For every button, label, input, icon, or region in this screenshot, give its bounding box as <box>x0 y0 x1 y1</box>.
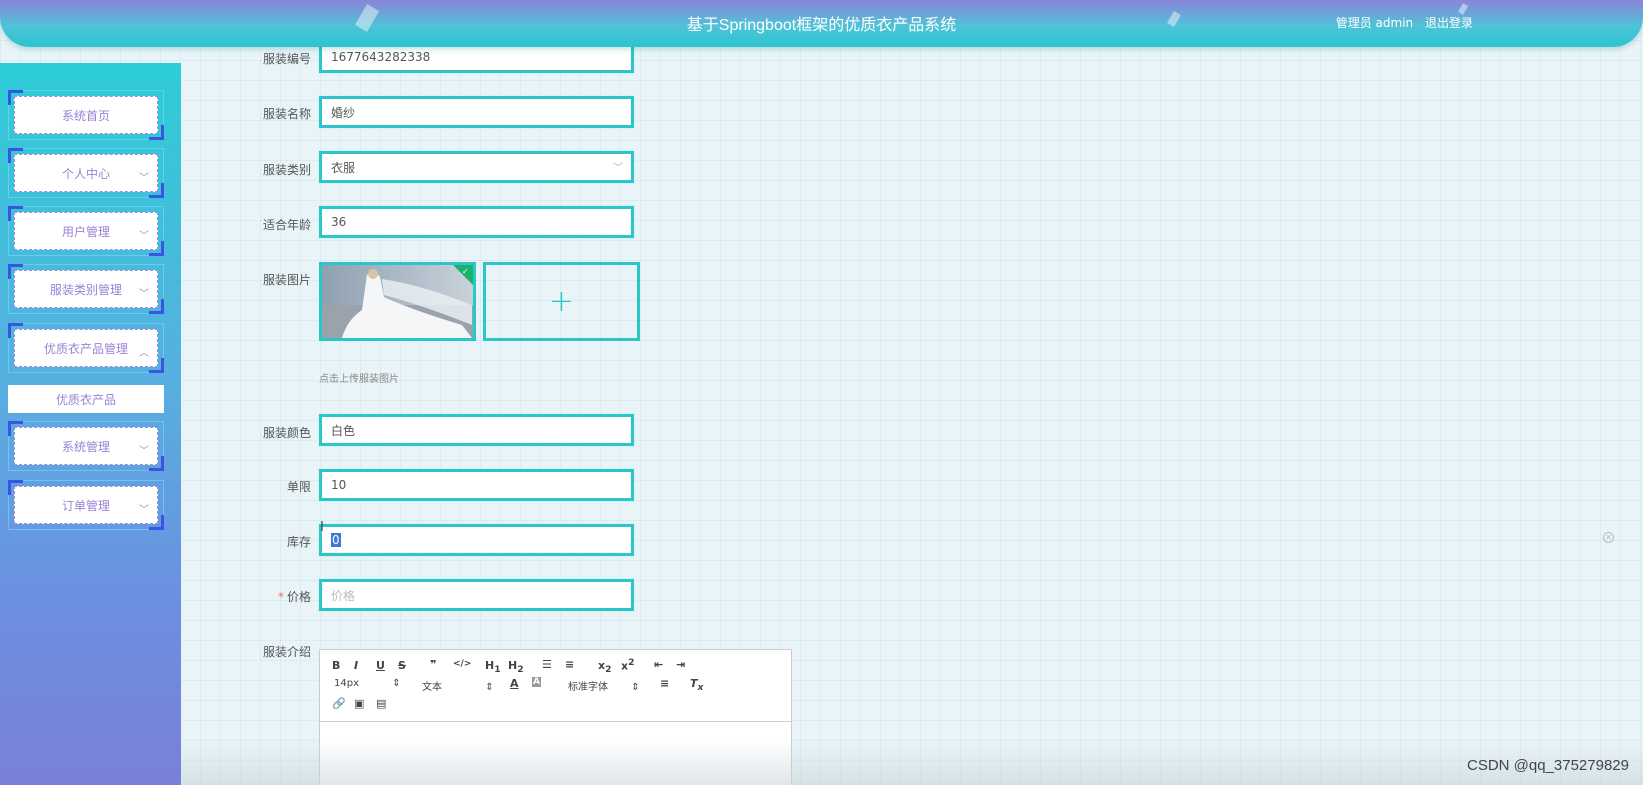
color-value: 白色 <box>331 423 356 438</box>
sidebar-item-home[interactable]: 系统首页 <box>8 90 164 140</box>
text-cursor-icon: I <box>320 520 324 535</box>
age-label: 适合年龄 <box>262 218 311 232</box>
underline-icon[interactable]: U <box>376 659 385 672</box>
price-placeholder: 价格 <box>331 588 356 603</box>
intro-label: 服装介绍 <box>262 645 311 659</box>
sidebar-item-user-management[interactable]: 用户管理 ﹀ <box>8 206 164 256</box>
font-size-select[interactable]: 14px ⇕ <box>334 678 401 689</box>
sidebar-subitem-products[interactable]: 优质衣产品 <box>8 385 164 413</box>
sidebar-item-system-management[interactable]: 系统管理 ﹀ <box>8 421 164 471</box>
sidebar-item-order-management[interactable]: 订单管理 ﹀ <box>8 480 164 530</box>
sidebar-item-label: 优质衣产品管理 <box>43 341 128 356</box>
stock-input[interactable]: 0 <box>319 524 634 556</box>
superscript-icon[interactable]: x2 <box>621 657 634 673</box>
italic-icon[interactable]: I <box>354 659 358 672</box>
video-icon[interactable]: ▤ <box>376 697 386 710</box>
font-color-icon[interactable]: A <box>510 677 519 690</box>
heading2-icon[interactable]: H2 <box>508 659 524 675</box>
link-icon[interactable]: 🔗 <box>332 697 346 710</box>
image-label: 服装图片 <box>262 273 311 287</box>
chevron-down-icon: ﹀ <box>139 173 149 184</box>
font-size-value: 14px <box>334 678 359 689</box>
select-arrows-icon: ⇕ <box>631 682 640 693</box>
price-label-text: 价格 <box>286 590 311 604</box>
sidebar-item-label: 服装类别管理 <box>49 282 122 297</box>
sidebar-item-label: 系统管理 <box>61 439 110 454</box>
clear-format-icon[interactable]: Tx <box>690 677 703 693</box>
indent-icon[interactable]: ⇥ <box>676 658 685 671</box>
sidebar-item-label: 用户管理 <box>61 224 110 239</box>
text-type-value: 文本 <box>422 682 442 693</box>
subscript-icon[interactable]: x2 <box>598 659 611 675</box>
check-icon: ✓ <box>462 267 469 276</box>
name-input[interactable]: 婚纱 <box>319 96 634 128</box>
chevron-down-icon: ﹀ <box>139 446 149 457</box>
align-icon[interactable]: ≡ <box>660 677 669 690</box>
strike-icon[interactable]: S <box>398 659 406 672</box>
text-type-select[interactable]: 文本 ⇕ <box>422 678 494 693</box>
sidebar-item-product-management[interactable]: 优质衣产品管理 ︿ <box>8 323 164 373</box>
plus-icon: + <box>548 284 575 319</box>
select-arrows-icon: ⇕ <box>485 682 494 693</box>
chevron-down-icon: ﹀ <box>139 289 149 300</box>
outdent-icon[interactable]: ⇤ <box>654 658 663 671</box>
sidebar-item-label: 个人中心 <box>61 166 110 181</box>
bold-icon[interactable]: B <box>332 659 340 672</box>
limit-input[interactable]: 10 <box>319 469 634 501</box>
uploaded-image-thumbnail[interactable]: ✓ <box>319 262 476 341</box>
stock-label: 库存 <box>286 535 311 549</box>
name-label: 服装名称 <box>262 107 311 121</box>
ordered-list-icon[interactable]: ☰ <box>542 658 552 671</box>
image-upload-tip: 点击上传服装图片 <box>319 374 399 385</box>
wedding-dress-image: ✓ <box>322 265 473 338</box>
chevron-down-icon: ﹀ <box>139 231 149 242</box>
heading1-icon[interactable]: H1 <box>485 659 501 675</box>
chevron-up-icon: ︿ <box>139 348 149 359</box>
watermark: CSDN @qq_375279829 <box>1466 757 1629 774</box>
required-mark: * <box>277 590 284 604</box>
code-value: 1677643282338 <box>331 50 431 64</box>
chevron-down-icon: ﹀ <box>139 505 149 516</box>
top-header: 基于Springboot框架的优质衣产品系统 管理员 admin 退出登录 <box>0 0 1643 47</box>
editor-toolbar: B I U S ❞ </> H1 H2 ☰ ≡ x2 x2 ⇤ ⇥ 14px ⇕… <box>320 650 791 722</box>
stock-value: 0 <box>331 533 341 547</box>
price-label: * 价格 <box>231 588 311 605</box>
limit-label: 单限 <box>286 480 311 494</box>
limit-value: 10 <box>331 478 347 492</box>
sidebar-item-personal-center[interactable]: 个人中心 ﹀ <box>8 148 164 198</box>
clear-icon[interactable]: ✕ <box>1603 532 1614 543</box>
image-icon[interactable]: ▣ <box>354 697 364 710</box>
header-user-area: 管理员 admin 退出登录 <box>1328 14 1473 31</box>
name-value: 婚纱 <box>331 105 356 120</box>
font-family-select[interactable]: 标准字体 ⇕ <box>568 678 640 693</box>
font-family-value: 标准字体 <box>568 682 608 693</box>
code-label: 服装编号 <box>262 52 311 66</box>
quote-icon[interactable]: ❞ <box>430 658 436 671</box>
current-user: 管理员 admin <box>1335 16 1414 30</box>
bottom-shadow <box>181 740 1643 785</box>
chevron-down-icon: ﹀ <box>613 163 623 174</box>
image-upload-button[interactable]: + <box>483 262 640 341</box>
code-icon[interactable]: </> <box>453 659 471 669</box>
sidebar-item-label: 订单管理 <box>61 498 110 513</box>
bullet-list-icon[interactable]: ≡ <box>565 658 574 671</box>
sidebar-item-category-management[interactable]: 服装类别管理 ﹀ <box>8 264 164 314</box>
category-label: 服装类别 <box>262 163 311 177</box>
age-value: 36 <box>331 215 347 229</box>
sidebar-item-label: 系统首页 <box>61 108 110 123</box>
color-input[interactable]: 白色 <box>319 414 634 446</box>
logout-link[interactable]: 退出登录 <box>1425 16 1473 30</box>
category-select[interactable]: 衣服 ﹀ <box>319 151 634 183</box>
color-label: 服装颜色 <box>262 426 311 440</box>
background-color-icon[interactable]: A <box>532 677 541 687</box>
price-input[interactable]: 价格 <box>319 579 634 611</box>
select-arrows-icon: ⇕ <box>392 678 401 689</box>
category-value: 衣服 <box>331 160 356 175</box>
age-input[interactable]: 36 <box>319 206 634 238</box>
